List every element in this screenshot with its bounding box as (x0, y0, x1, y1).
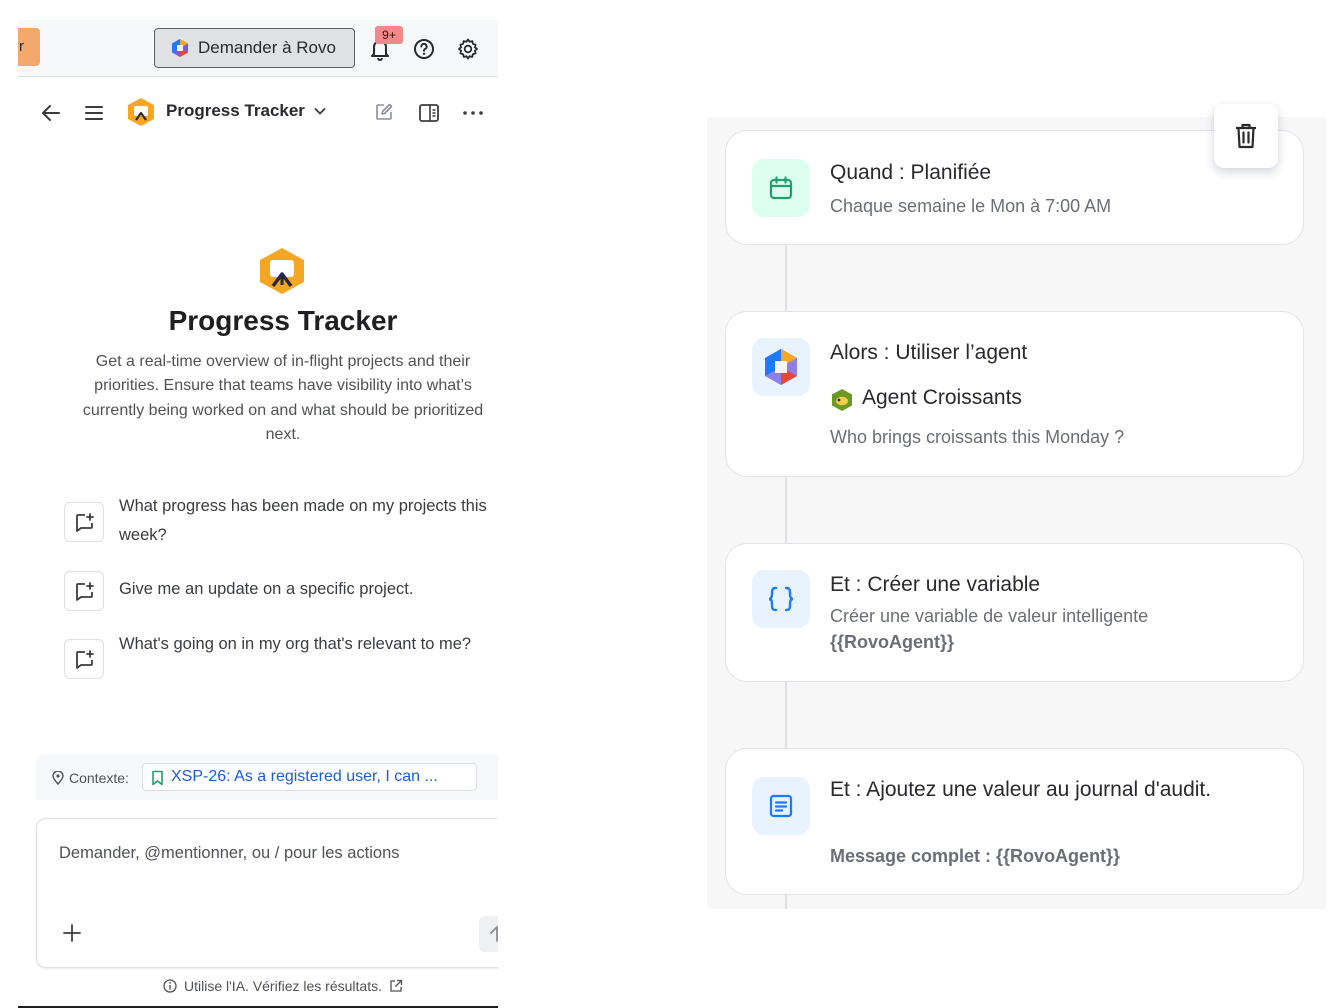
external-link-icon[interactable] (389, 979, 403, 993)
chat-navbar: Progress Tracker (18, 92, 498, 134)
composer-input[interactable]: Demander, @mentionner, ou / pour les act… (59, 844, 400, 863)
chat-sparkle-icon (76, 582, 94, 601)
audit-log-action-card[interactable]: Et : Ajoutez une valeur au journal d'aud… (725, 748, 1304, 895)
context-issue-text: XSP-26: As a registered user, I can ... (171, 768, 438, 785)
more-options-icon[interactable] (461, 102, 485, 124)
suggestion-item[interactable]: Give me an update on a specific project. (64, 571, 498, 611)
side-panel-icon[interactable] (418, 102, 440, 124)
arrow-up-icon (490, 926, 498, 942)
agent-selector[interactable]: Progress Tracker (166, 101, 327, 121)
context-label-text: Contexte: (69, 770, 129, 786)
variable-action-subtitle: Créer une variable de valeur intelligent… (830, 606, 1149, 626)
progress-tracker-logo-icon (128, 98, 154, 126)
notification-badge: 9+ (375, 26, 403, 44)
agent-croissants-icon (832, 389, 852, 411)
agent-name: Agent Croissants (862, 386, 1022, 409)
context-issue-chip[interactable]: XSP-26: As a registered user, I can ... (142, 763, 477, 791)
send-button[interactable] (479, 916, 498, 952)
suggestion-text: What progress has been made on my projec… (119, 497, 487, 544)
create-variable-action-card[interactable]: Et : Créer une variable Créer une variab… (725, 543, 1304, 682)
help-icon[interactable] (413, 38, 435, 60)
chat-sparkle-icon (76, 650, 94, 669)
chat-sparkle-icon (76, 513, 94, 532)
suggestion-text: Give me an update on a specific project. (119, 580, 414, 598)
settings-gear-icon[interactable] (456, 37, 480, 61)
rule-connector (785, 895, 787, 909)
calendar-icon (769, 176, 793, 200)
rovo-chat-panel: r Demander à Rovo 9+ Progress Tracker Pr… (18, 20, 498, 1008)
ask-rovo-button[interactable]: Demander à Rovo (154, 28, 355, 68)
trash-icon (1236, 123, 1256, 149)
trigger-icon-box (752, 159, 810, 217)
info-icon (163, 979, 177, 993)
delete-button[interactable] (1214, 104, 1278, 168)
suggestion-icon-box (64, 502, 104, 542)
suggestion-item[interactable]: What progress has been made on my projec… (64, 497, 498, 562)
agent-prompt: Who brings croissants this Monday ? (830, 427, 1125, 447)
variable-action-title: Et : Créer une variable (830, 573, 1041, 596)
audit-log-icon (769, 794, 793, 818)
curly-braces-icon (768, 586, 794, 612)
suggestion-text: What's going on in my org that's relevan… (119, 635, 472, 653)
context-bar: Contexte: XSP-26: As a registered user, … (36, 754, 498, 800)
suggestion-icon-box (64, 571, 104, 611)
bookmark-icon (152, 770, 163, 786)
agent-hero-description: Get a real-time overview of in-flight pr… (82, 353, 484, 443)
progress-tracker-hero-logo-icon (260, 248, 304, 294)
rovo-logo-icon (172, 39, 188, 57)
rule-connector (785, 245, 787, 311)
ask-rovo-label: Demander à Rovo (198, 38, 336, 57)
back-arrow-icon[interactable] (40, 102, 62, 124)
suggestion-item[interactable]: What's going on in my org that's relevan… (64, 635, 498, 699)
rovo-agent-icon (765, 349, 797, 385)
menu-hamburger-icon[interactable] (83, 102, 105, 124)
edit-pencil-icon[interactable] (374, 102, 394, 122)
agent-action-icon-box (752, 338, 810, 396)
trigger-subtitle: Chaque semaine le Mon à 7:00 AM (830, 196, 1112, 216)
agent-selector-label: Progress Tracker (166, 101, 305, 120)
audit-action-subtitle: Message complet : {{RovoAgent}} (830, 846, 1121, 866)
variable-name: {{RovoAgent}} (830, 632, 955, 652)
ai-disclaimer-text: Utilise l'IA. Vérifiez les résultats. (184, 978, 382, 994)
cropped-button[interactable]: r (18, 28, 40, 66)
chat-composer[interactable]: Demander, @mentionner, ou / pour les act… (36, 818, 498, 968)
agent-action-title: Alors : Utiliser l’agent (830, 341, 1028, 364)
agent-hero-title: Progress Tracker (168, 305, 398, 336)
location-pin-icon (52, 771, 64, 785)
rule-connector (785, 682, 787, 748)
ai-disclaimer: Utilise l'IA. Vérifiez les résultats. (18, 978, 498, 994)
context-label: Contexte: (52, 770, 129, 786)
chevron-down-icon (314, 108, 326, 115)
cropped-button-label: r (19, 38, 24, 55)
rule-connector (785, 477, 787, 543)
trigger-title: Quand : Planifiée (830, 161, 992, 184)
use-agent-action-card[interactable]: Alors : Utiliser l’agent Agent Croissant… (725, 311, 1304, 477)
top-bar: r Demander à Rovo 9+ (18, 20, 498, 77)
suggestion-icon-box (64, 639, 104, 679)
audit-action-icon-box (752, 777, 810, 835)
variable-action-icon-box (752, 570, 810, 628)
plus-icon[interactable] (61, 922, 83, 944)
audit-action-title: Et : Ajoutez une valeur au journal d'aud… (830, 778, 1212, 801)
